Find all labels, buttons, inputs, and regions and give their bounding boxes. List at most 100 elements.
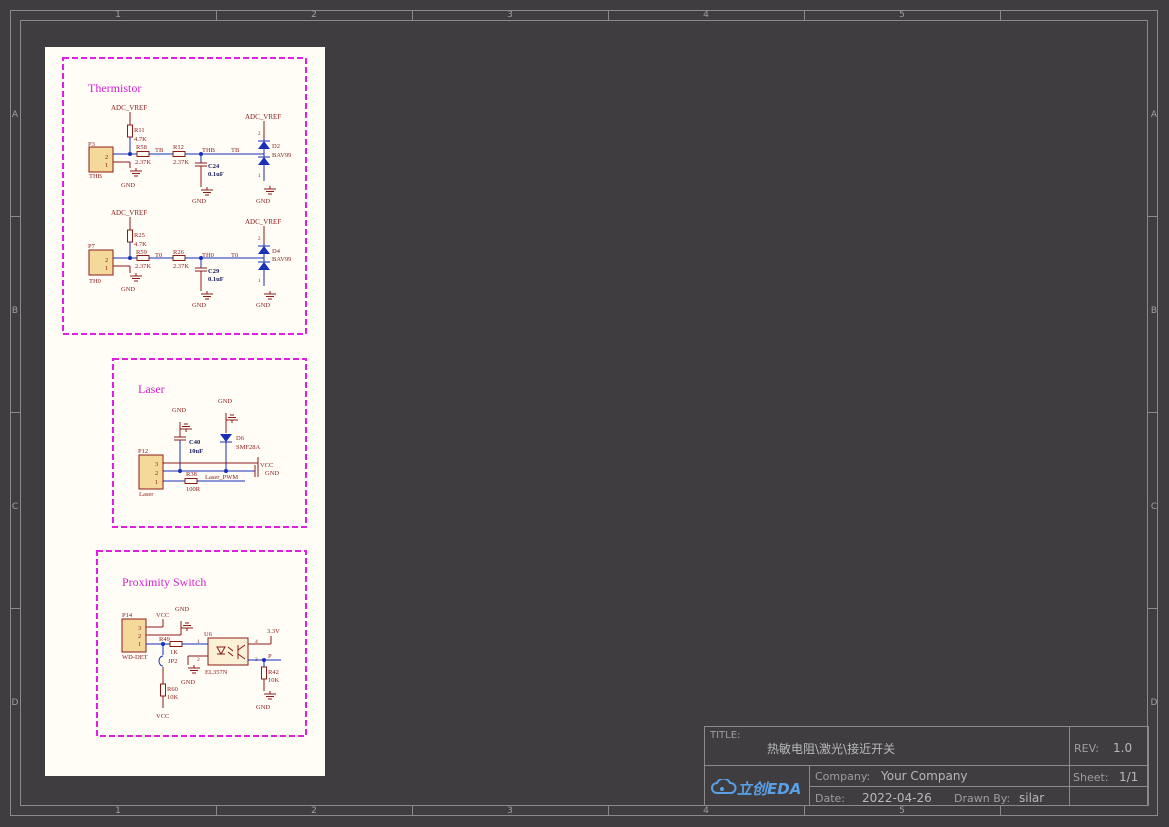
zone-row-a-left: A [11,110,19,120]
date-value[interactable]: 2022-04-26 [862,791,932,805]
logo-text: 立创EDA [737,780,802,798]
p12-name: Laser [139,491,154,498]
gnd-label: GND [256,302,270,309]
d4-value: BAV99 [272,256,291,263]
u6-ref: U6 [204,631,213,638]
connector-p3 [88,146,114,173]
net-tb-diode: TB [231,147,240,154]
optocoupler-u6 [207,637,249,666]
company-value[interactable]: Your Company [881,769,968,783]
jp2-ref: JP2 [168,658,177,665]
resistor-r42 [261,666,267,680]
proximity-title: Proximity Switch [122,575,206,589]
zone-col-1-top: 1 [115,10,121,20]
connector-p7 [88,249,114,276]
zone-col-1-bottom: 1 [115,806,121,816]
net-3v3: 3.3V [267,628,280,635]
schematic-sheet[interactable]: Thermistor ADC_VREF R11 4.7K P3 2 1 THB … [45,47,325,776]
zone-col-3-bottom: 3 [507,806,513,816]
gnd-label: GND [172,407,186,414]
p7-name: TH0 [89,278,101,285]
laser-title: Laser [138,382,165,396]
p12-ref: P12 [138,448,148,455]
zone-tick [1148,608,1158,609]
net-thb: THB [202,147,216,154]
c24-ref: C24 [208,163,220,170]
p14-name: WD-DET [122,654,148,661]
gnd-label: GND [121,286,135,293]
vcc-label: VCC [156,612,169,619]
zone-tick [10,608,20,609]
d6-value: SMF28A [236,444,261,451]
p3-name: THB [89,173,103,180]
zone-row-d-right: D [1150,698,1158,708]
gnd-label: GND [192,302,206,309]
jumper-jp2 [158,655,164,667]
r12-value: 2.37K [173,159,189,166]
r11-value: 4.7K [134,136,147,143]
title-block-divider [1069,726,1070,806]
zone-row-c-right: C [1150,502,1158,512]
net-vcc: VCC [260,462,273,469]
thermistor-channel-b[interactable]: ADC_VREF R11 4.7K P3 2 1 THB GND R58 2.3… [88,104,291,205]
rev-value[interactable]: 1.0 [1113,741,1132,755]
p7-pin-2: 2 [105,257,108,264]
d6-ref: D6 [236,435,245,442]
r11-ref: R11 [134,127,145,134]
u6-value: EL357N [205,669,228,676]
p14-ref: P14 [122,612,133,619]
zone-tick [608,10,609,20]
u6-pin-1: 1 [197,639,200,645]
drawn-by-value[interactable]: silar [1019,791,1044,805]
zone-row-c-left: C [11,502,19,512]
resistor-r26 [172,255,186,261]
resistor-r11 [127,124,133,138]
u6-pin-2: 2 [197,657,200,663]
gnd-label: GND [121,182,135,189]
zone-tick [608,806,609,816]
vref-label: ADC_VREF [245,218,281,226]
net-gnd: GND [265,470,279,477]
r25-ref: R25 [134,232,145,239]
laser-circuit[interactable]: GND C40 10uF GND D6 SMF28A P12 3 2 1 Las… [138,398,279,498]
zone-tick [1148,216,1158,217]
zone-row-d-left: D [11,698,19,708]
zone-tick [216,10,217,20]
zone-tick [10,412,20,413]
net-tb: TB [155,147,164,154]
connector-p12 [138,454,164,490]
r58-ref: R58 [136,144,147,151]
resistor-r60 [160,683,166,697]
gnd-label: GND [175,606,189,613]
net-laser-pwm: Laser_PWM [205,474,238,481]
zone-tick [10,216,20,217]
zone-tick [1148,412,1158,413]
title-block-divider [809,765,810,806]
zone-tick [412,10,413,20]
p12-pin-3: 3 [155,461,158,468]
thermistor-channel-0[interactable]: ADC_VREF R25 4.7K P7 2 1 TH0 GND R59 2.3… [88,209,291,309]
sheet-title[interactable]: 热敏电阻\激光\接近开关 [767,740,895,757]
zone-tick [1000,10,1001,20]
zone-tick [1000,806,1001,816]
r38-value: 100R [186,486,201,493]
vref-label: ADC_VREF [245,113,281,121]
r49-ref: R49 [159,636,170,643]
resistor-r59 [136,255,150,261]
c24-value: 0.1uF [208,171,224,178]
r60-ref: R60 [167,686,178,693]
zone-col-3-top: 3 [507,10,513,20]
r12-ref: R12 [173,144,184,151]
gnd-label: GND [256,704,270,711]
p3-pin-2: 2 [105,154,108,161]
title-block-divider [704,765,1149,766]
r26-ref: R26 [173,249,185,256]
zone-col-2-bottom: 2 [311,806,317,816]
d2-pin-2: 2 [258,132,261,137]
d2-value: BAV99 [272,152,291,159]
vref-label: ADC_VREF [111,209,147,217]
sheet-value[interactable]: 1/1 [1119,770,1138,784]
net-th0: TH0 [202,252,214,259]
proximity-circuit[interactable]: P14 3 2 1 WD-DET VCC GND R49 1K JP2 R60 … [121,606,281,720]
r60-value: 10K [167,694,179,701]
